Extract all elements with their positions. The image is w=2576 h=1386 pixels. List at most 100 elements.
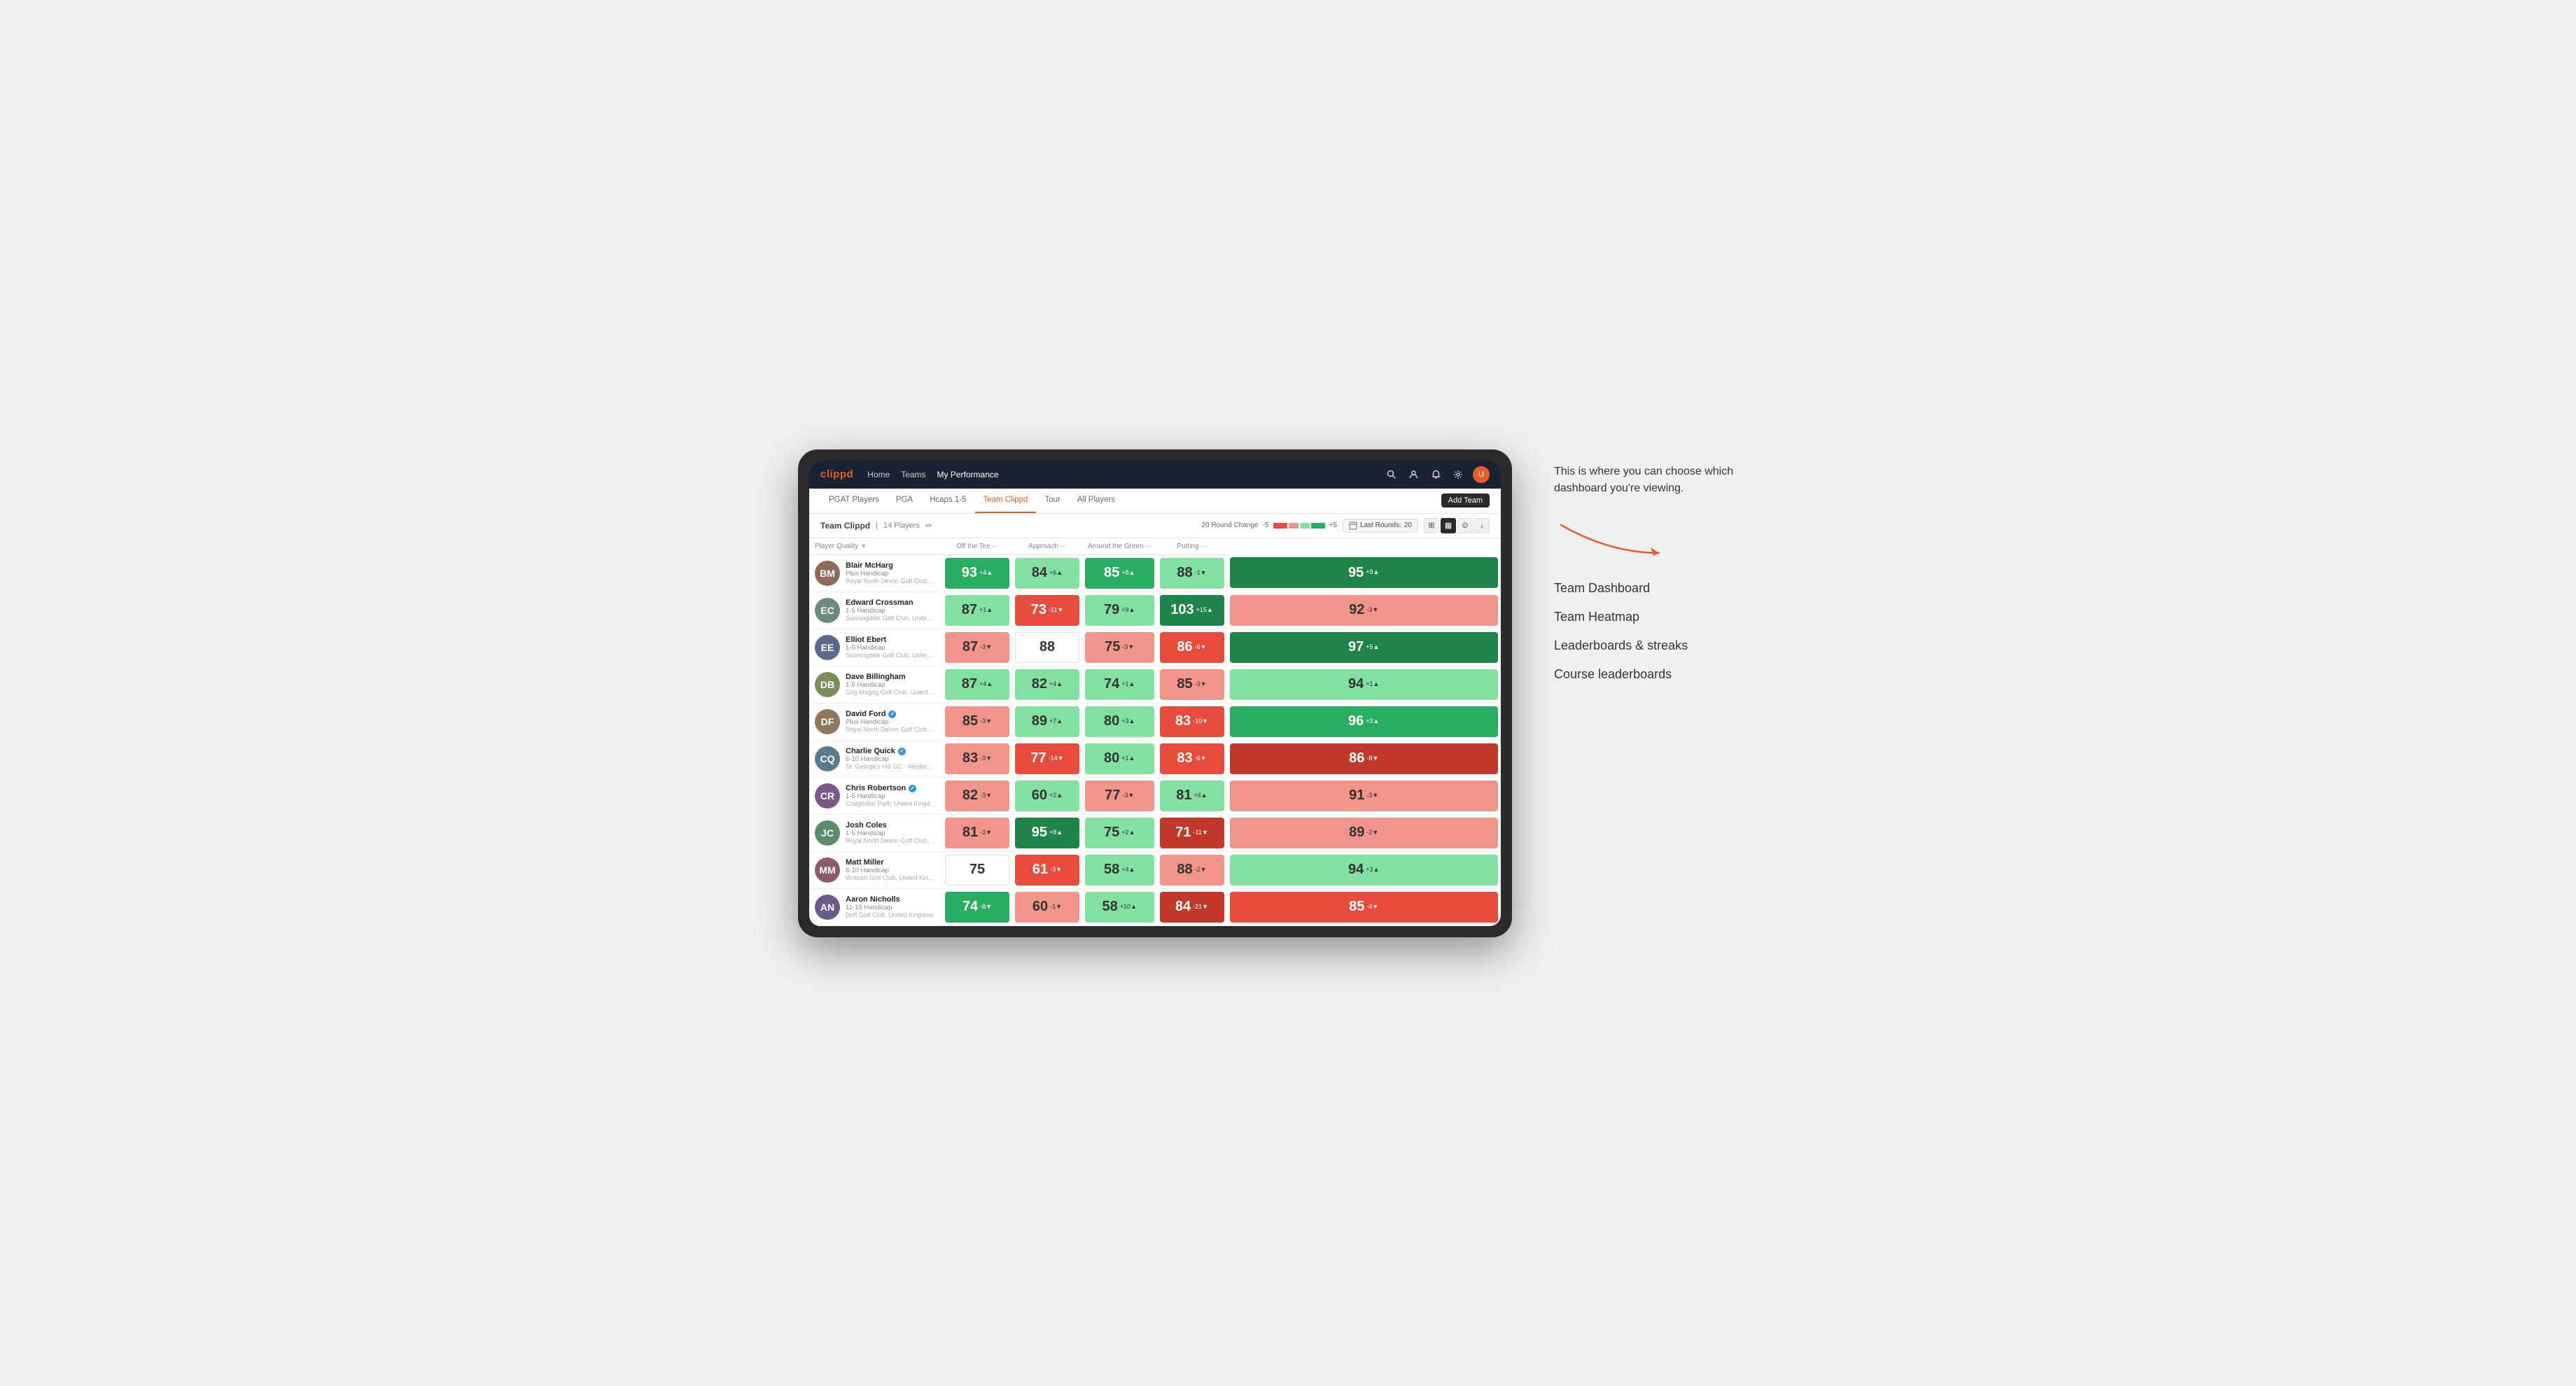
player-handicap: Plus Handicap <box>846 718 937 726</box>
search-icon[interactable] <box>1383 467 1399 482</box>
score-box: 86 -8▼ <box>1230 743 1499 774</box>
table-row[interactable]: AN Aaron Nicholls 11-15 Handicap Drift G… <box>809 888 1501 925</box>
player-cell: CR Chris Robertson ✓ 1-5 Handicap Craigm… <box>809 779 942 813</box>
table-row[interactable]: EC Edward Crossman 1-5 Handicap Sunningd… <box>809 592 1501 629</box>
score-box: 83 -6▼ <box>1160 743 1224 774</box>
heatmap-view-button[interactable]: ▦ <box>1441 518 1456 533</box>
score-value: 86 <box>1349 750 1364 766</box>
table-row[interactable]: EE Elliot Ebert 1-5 Handicap Sunningdale… <box>809 629 1501 666</box>
table-row[interactable]: DB Dave Billingham 1-5 Handicap Gog Mago… <box>809 666 1501 703</box>
player-club: Craigmillar Park, United Kingdom <box>846 800 937 807</box>
verified-icon: ✓ <box>888 710 896 718</box>
score-delta: +2▲ <box>1121 829 1135 837</box>
score-value: 97 <box>1348 639 1364 655</box>
score-value: 75 <box>1104 825 1119 841</box>
score-value: 93 <box>962 565 977 581</box>
score-box: 84 +6▲ <box>1015 558 1079 589</box>
player-club: Gog Magog Golf Club, United Kingdom <box>846 689 937 696</box>
score-cell: 94 +1▲ <box>1227 666 1502 703</box>
table-row[interactable]: BM Blair McHarg Plus Handicap Royal Nort… <box>809 554 1501 592</box>
user-icon[interactable] <box>1406 467 1421 482</box>
grid-view-button[interactable]: ⊞ <box>1424 518 1439 533</box>
player-cell: EE Elliot Ebert 1-5 Handicap Sunningdale… <box>809 631 942 664</box>
score-box: 60 -1▼ <box>1015 892 1079 923</box>
dashboard-option-3: Course leaderboards <box>1554 667 1778 682</box>
sort-arrow-around-green: — <box>1145 542 1152 550</box>
tab-pga[interactable]: PGA <box>888 488 921 513</box>
sort-arrow-putting: — <box>1200 542 1207 550</box>
verified-icon: ✓ <box>909 785 916 792</box>
score-delta: -2▼ <box>1195 866 1207 874</box>
bell-icon[interactable] <box>1428 467 1443 482</box>
player-info: Blair McHarg Plus Handicap Royal North D… <box>846 561 937 584</box>
table-row[interactable]: DF David Ford ✓ Plus Handicap Royal Nort… <box>809 703 1501 740</box>
score-box: 94 +3▲ <box>1230 855 1499 886</box>
score-delta: +10▲ <box>1120 903 1137 911</box>
player-handicap: 6-10 Handicap <box>846 867 937 874</box>
table-row[interactable]: CQ Charlie Quick ✓ 6-10 Handicap St. Geo… <box>809 740 1501 777</box>
score-value: 86 <box>1177 639 1192 655</box>
nav-teams[interactable]: Teams <box>901 467 925 482</box>
col-header-player: Player Quality ▼ <box>809 538 942 555</box>
score-cell: 82 +4▲ <box>1012 666 1082 703</box>
score-cell: 81 -3▼ <box>942 814 1012 851</box>
score-value: 95 <box>1032 825 1047 841</box>
score-delta: +4▲ <box>979 680 993 689</box>
table-row[interactable]: MM Matt Miller 6-10 Handicap Woburn Golf… <box>809 851 1501 888</box>
player-avatar: DF <box>815 709 840 734</box>
round-change-section: 20 Round Change -5 +5 <box>1201 522 1337 529</box>
nav-my-performance[interactable]: My Performance <box>937 467 999 482</box>
score-delta: -3▼ <box>1122 792 1134 800</box>
tab-team-clippd[interactable]: Team Clippd <box>975 488 1037 513</box>
navbar: clippd Home Teams My Performance <box>809 461 1501 489</box>
change-bar-green <box>1311 523 1325 528</box>
score-delta: +6▲ <box>1049 569 1063 578</box>
person-view-button[interactable]: ⊙ <box>1457 518 1473 533</box>
download-button[interactable]: ↓ <box>1474 518 1490 533</box>
score-box: 73 -11▼ <box>1015 595 1079 626</box>
score-value: 91 <box>1349 788 1364 804</box>
score-box: 75 <box>945 855 1009 886</box>
tabs-bar: PGAT Players PGA Hcaps 1-5 Team Clippd T… <box>809 489 1501 514</box>
edit-icon[interactable]: ✏ <box>925 521 932 531</box>
player-name: Chris Robertson ✓ <box>846 784 937 792</box>
score-cell: 87 -3▼ <box>942 629 1012 666</box>
nav-home[interactable]: Home <box>867 467 890 482</box>
player-info: Josh Coles 1-5 Handicap Royal North Devo… <box>846 821 937 844</box>
score-box: 88 -2▼ <box>1160 855 1224 886</box>
settings-icon[interactable] <box>1450 467 1466 482</box>
player-cell: DB Dave Billingham 1-5 Handicap Gog Mago… <box>809 668 942 701</box>
score-cell: 77 -3▼ <box>1082 777 1157 814</box>
add-team-button[interactable]: Add Team <box>1441 493 1490 507</box>
score-box: 60 +2▲ <box>1015 780 1079 811</box>
tab-hcaps[interactable]: Hcaps 1-5 <box>921 488 974 513</box>
data-table: Player Quality ▼ Off the Tee — <box>809 538 1501 926</box>
score-cell: 75 <box>942 851 1012 888</box>
score-cell: 88 -1▼ <box>1157 554 1227 592</box>
table-row[interactable]: JC Josh Coles 1-5 Handicap Royal North D… <box>809 814 1501 851</box>
score-delta: -3▼ <box>1050 866 1062 874</box>
score-value: 74 <box>1104 676 1119 692</box>
tab-tour[interactable]: Tour <box>1036 488 1068 513</box>
score-cell: 73 -11▼ <box>1012 592 1082 629</box>
score-value: 87 <box>962 639 978 655</box>
score-box: 93 +4▲ <box>945 558 1009 589</box>
score-box: 77 -14▼ <box>1015 743 1079 774</box>
score-delta: +3▲ <box>1366 718 1379 726</box>
tab-pgat-players[interactable]: PGAT Players <box>820 488 888 513</box>
score-delta: +9▲ <box>1121 606 1135 615</box>
score-delta: -3▼ <box>980 755 992 763</box>
player-name: Josh Coles <box>846 821 937 830</box>
last-rounds-button[interactable]: Last Rounds: 20 <box>1343 519 1418 533</box>
score-box: 58 +10▲ <box>1085 892 1154 923</box>
score-box: 94 +1▲ <box>1230 669 1499 700</box>
score-value: 85 <box>1177 676 1192 692</box>
score-value: 85 <box>962 713 978 729</box>
score-cell: 80 +3▲ <box>1082 703 1157 740</box>
score-cell: 88 <box>1012 629 1082 666</box>
table-row[interactable]: CR Chris Robertson ✓ 1-5 Handicap Craigm… <box>809 777 1501 814</box>
score-value: 58 <box>1104 862 1119 878</box>
user-avatar[interactable]: U <box>1473 466 1490 483</box>
player-club: Royal North Devon Golf Club, United King… <box>846 578 937 584</box>
tab-all-players[interactable]: All Players <box>1069 488 1124 513</box>
